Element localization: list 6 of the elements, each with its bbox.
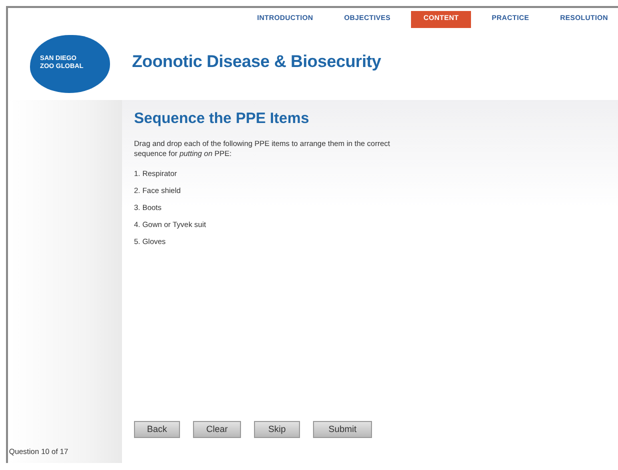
action-button[interactable]: Skip <box>254 421 300 438</box>
action-button[interactable]: Submit <box>313 421 372 438</box>
action-button[interactable]: Clear <box>193 421 241 438</box>
action-button[interactable]: Back <box>134 421 180 438</box>
course-title: Zoonotic Disease & Biosecurity <box>132 51 382 74</box>
question-heading: Sequence the PPE Items <box>134 109 310 129</box>
